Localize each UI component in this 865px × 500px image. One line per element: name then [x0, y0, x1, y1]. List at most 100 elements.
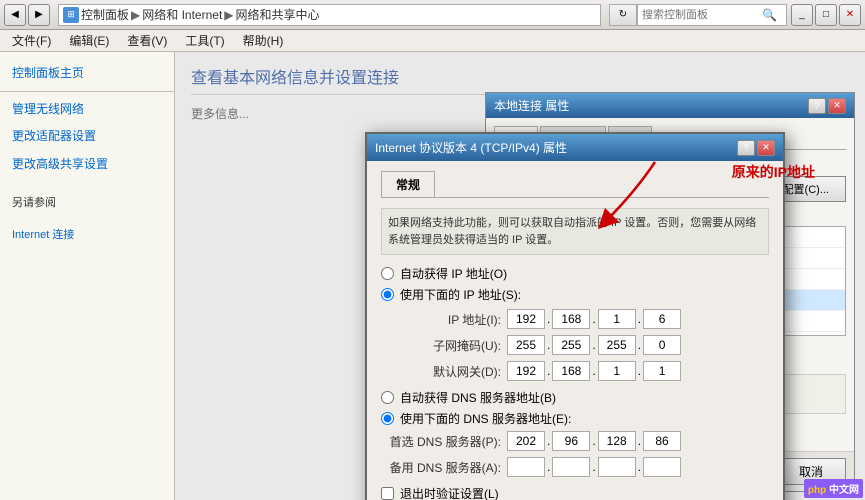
- subnet-seg-3[interactable]: [598, 335, 636, 355]
- secondary-dns-input[interactable]: . . .: [507, 457, 681, 477]
- ip-seg-4[interactable]: [643, 309, 681, 329]
- search-box[interactable]: 🔍: [637, 4, 787, 26]
- sidebar-item-sharing[interactable]: 更改高级共享设置: [0, 151, 174, 178]
- annotation: 原来的IP地址: [732, 162, 815, 182]
- auto-ip-label: 自动获得 IP 地址(O): [400, 265, 507, 282]
- sdns-dot-3: .: [638, 460, 641, 474]
- sdns-seg-1[interactable]: [507, 457, 545, 477]
- refresh-button[interactable]: ↻: [609, 4, 637, 26]
- sdns-seg-3[interactable]: [598, 457, 636, 477]
- forward-button[interactable]: ▶: [28, 4, 50, 26]
- manual-dns-row[interactable]: 使用下面的 DNS 服务器地址(E):: [381, 410, 769, 427]
- right-panel-title-text: 本地连接 属性: [494, 97, 569, 114]
- auto-ip-radio[interactable]: [381, 267, 394, 280]
- auto-dns-row[interactable]: 自动获得 DNS 服务器地址(B): [381, 389, 769, 406]
- subnet-field-row: 子网掩码(U): . . .: [381, 335, 769, 355]
- sdns-seg-4[interactable]: [643, 457, 681, 477]
- gateway-input-group[interactable]: . . .: [507, 361, 681, 381]
- close-button[interactable]: ✕: [839, 4, 861, 26]
- checkbox-row[interactable]: 退出时验证设置(L): [381, 485, 769, 500]
- right-panel-close[interactable]: ✕: [828, 98, 846, 114]
- subnet-dot-2: .: [592, 338, 595, 352]
- sdns-dot-1: .: [547, 460, 550, 474]
- pdns-seg-2[interactable]: [552, 431, 590, 451]
- manual-dns-radio[interactable]: [381, 412, 394, 425]
- gateway-seg-2[interactable]: [552, 361, 590, 381]
- menu-view[interactable]: 查看(V): [119, 30, 175, 51]
- menu-edit[interactable]: 编辑(E): [61, 30, 117, 51]
- tcpip-title-bar: Internet 协议版本 4 (TCP/IPv4) 属性 ? ✕: [367, 134, 783, 161]
- breadcrumb-item-1[interactable]: 控制面板: [81, 6, 129, 23]
- menu-tools[interactable]: 工具(T): [177, 30, 232, 51]
- right-panel-title-bar: 本地连接 属性 ? ✕: [486, 93, 854, 118]
- breadcrumb-sep-1: ▶: [131, 8, 140, 22]
- secondary-dns-row: 备用 DNS 服务器(A): . . .: [381, 457, 769, 477]
- primary-dns-label: 首选 DNS 服务器(P):: [381, 433, 501, 450]
- breadcrumb-sep-2: ▶: [224, 8, 233, 22]
- window-controls: ◀ ▶: [4, 4, 50, 26]
- annotation-text: 原来的IP地址: [732, 164, 815, 180]
- gateway-seg-4[interactable]: [643, 361, 681, 381]
- pdns-seg-1[interactable]: [507, 431, 545, 451]
- primary-dns-row: 首选 DNS 服务器(P): . . .: [381, 431, 769, 451]
- auto-dns-label: 自动获得 DNS 服务器地址(B): [400, 389, 556, 406]
- tcpip-dialog: Internet 协议版本 4 (TCP/IPv4) 属性 ? ✕ 常规 如果网…: [365, 132, 785, 500]
- subnet-seg-4[interactable]: [643, 335, 681, 355]
- breadcrumb-item-3[interactable]: 网络和共享中心: [236, 6, 320, 23]
- see-also-label: 另请参阅: [0, 190, 174, 214]
- search-input[interactable]: [642, 9, 762, 21]
- manual-ip-radio[interactable]: [381, 288, 394, 301]
- tcpip-close-btn[interactable]: ✕: [757, 140, 775, 156]
- subnet-seg-2[interactable]: [552, 335, 590, 355]
- search-icon[interactable]: 🔍: [762, 8, 777, 22]
- dns-section: 自动获得 DNS 服务器地址(B) 使用下面的 DNS 服务器地址(E):: [381, 389, 769, 427]
- gateway-dot-3: .: [638, 364, 641, 378]
- content-area: 查看基本网络信息并设置连接 更多信息... 本地连接 属性 ? ✕ 常规 身份验…: [175, 52, 865, 500]
- menu-file[interactable]: 文件(F): [4, 30, 59, 51]
- sdns-seg-2[interactable]: [552, 457, 590, 477]
- internet-link[interactable]: Internet 连接: [0, 222, 174, 246]
- tcpip-title-controls: ? ✕: [737, 140, 775, 156]
- auto-ip-row[interactable]: 自动获得 IP 地址(O): [381, 265, 769, 282]
- right-panel-help[interactable]: ?: [808, 98, 826, 114]
- pdns-dot-1: .: [547, 434, 550, 448]
- ip-dot-1: .: [547, 312, 550, 326]
- secondary-dns-label: 备用 DNS 服务器(A):: [381, 459, 501, 476]
- tcpip-info-text: 如果网络支持此功能，则可以获取自动指派的 IP 设置。否则，您需要从网络系统管理…: [381, 208, 769, 255]
- tcpip-help-btn[interactable]: ?: [737, 140, 755, 156]
- back-button[interactable]: ◀: [4, 4, 26, 26]
- minimize-button[interactable]: _: [791, 4, 813, 26]
- ip-label: IP 地址(I):: [381, 311, 501, 328]
- menu-help[interactable]: 帮助(H): [235, 30, 292, 51]
- ip-seg-2[interactable]: [552, 309, 590, 329]
- ip-seg-3[interactable]: [598, 309, 636, 329]
- php-prefix: php: [808, 485, 826, 496]
- gateway-field-row: 默认网关(D): . . .: [381, 361, 769, 381]
- sidebar-item-adapter[interactable]: 更改适配器设置: [0, 123, 174, 150]
- sidebar-item-wireless[interactable]: 管理无线网络: [0, 96, 174, 123]
- tcpip-tabs: 常规: [381, 171, 769, 198]
- main-content: 控制面板主页 管理无线网络 更改适配器设置 更改高级共享设置 另请参阅 Inte…: [0, 52, 865, 500]
- pdns-seg-4[interactable]: [643, 431, 681, 451]
- verify-checkbox[interactable]: [381, 487, 394, 500]
- breadcrumb-icon: ⊞: [63, 7, 79, 23]
- ip-radio-group: 自动获得 IP 地址(O) 使用下面的 IP 地址(S):: [381, 265, 769, 303]
- sidebar: 控制面板主页 管理无线网络 更改适配器设置 更改高级共享设置 另请参阅 Inte…: [0, 52, 175, 500]
- gateway-dot-1: .: [547, 364, 550, 378]
- auto-dns-radio[interactable]: [381, 391, 394, 404]
- pdns-seg-3[interactable]: [598, 431, 636, 451]
- sidebar-item-home[interactable]: 控制面板主页: [0, 60, 174, 87]
- gateway-seg-1[interactable]: [507, 361, 545, 381]
- manual-ip-row[interactable]: 使用下面的 IP 地址(S):: [381, 286, 769, 303]
- tcpip-tab-general[interactable]: 常规: [381, 171, 435, 197]
- maximize-button[interactable]: □: [815, 4, 837, 26]
- title-bar: ◀ ▶ ⊞ 控制面板 ▶ 网络和 Internet ▶ 网络和共享中心 ↻ 🔍 …: [0, 0, 865, 30]
- gateway-seg-3[interactable]: [598, 361, 636, 381]
- menu-bar: 文件(F) 编辑(E) 查看(V) 工具(T) 帮助(H): [0, 30, 865, 52]
- subnet-input-group[interactable]: . . .: [507, 335, 681, 355]
- breadcrumb-item-2[interactable]: 网络和 Internet: [142, 6, 222, 23]
- subnet-seg-1[interactable]: [507, 335, 545, 355]
- primary-dns-input[interactable]: . . .: [507, 431, 681, 451]
- ip-input-group[interactable]: . . .: [507, 309, 681, 329]
- ip-seg-1[interactable]: [507, 309, 545, 329]
